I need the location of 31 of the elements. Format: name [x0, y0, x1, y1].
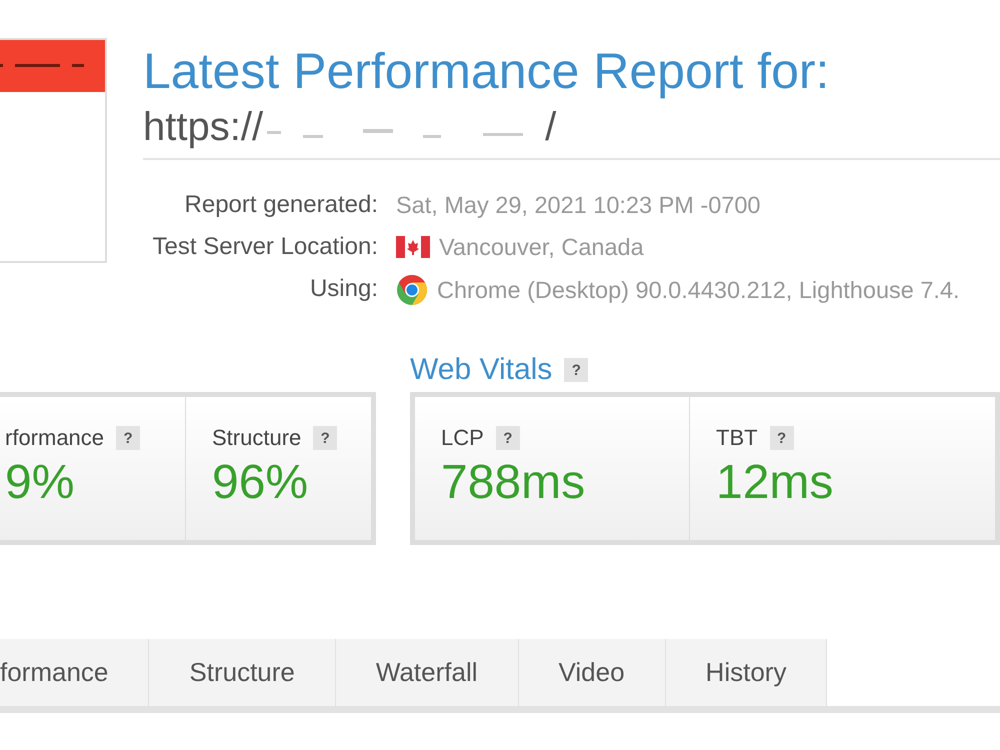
help-badge[interactable]: ?	[564, 358, 588, 382]
metric-value: 12ms	[716, 455, 834, 510]
metric-value: 96%	[212, 455, 310, 510]
detail-label: Using:	[308, 274, 378, 304]
detail-value: Sat, May 29, 2021 10:23 PM -0700	[396, 191, 760, 220]
metric-label: TBT	[716, 425, 758, 451]
help-badge[interactable]: ?	[313, 426, 338, 450]
help-badge[interactable]: ?	[770, 426, 794, 450]
metric-value: 9%	[5, 455, 76, 510]
metric-label: LCP	[441, 425, 484, 451]
tab[interactable]: formance	[0, 639, 150, 706]
redaction-icon	[267, 129, 524, 138]
report-title: Latest Performance Report for:	[143, 42, 830, 100]
help-badge[interactable]: ?	[496, 426, 520, 450]
detail-value: Chrome (Desktop) 90.0.4430.212, Lighthouse 7.4.	[437, 276, 960, 305]
tab[interactable]: Video	[518, 639, 666, 706]
metric-label: rformance	[5, 425, 104, 451]
detail-value: Vancouver, Canada	[439, 233, 644, 262]
section-title: Web Vitals	[410, 353, 552, 387]
url-text: /	[545, 104, 556, 151]
metric-label: Structure	[212, 425, 302, 451]
url-text: https://	[143, 104, 264, 151]
help-badge[interactable]: ?	[116, 426, 140, 450]
detail-label: Test Server Location:	[152, 232, 378, 262]
metric-value: 788ms	[441, 455, 586, 510]
chrome-icon	[396, 274, 428, 306]
tab[interactable]: History	[666, 639, 828, 706]
canada-flag-icon	[396, 236, 430, 258]
tab[interactable]: Structure	[149, 639, 336, 706]
tab[interactable]: Waterfall	[336, 639, 519, 706]
detail-label: Report generated:	[184, 190, 378, 220]
